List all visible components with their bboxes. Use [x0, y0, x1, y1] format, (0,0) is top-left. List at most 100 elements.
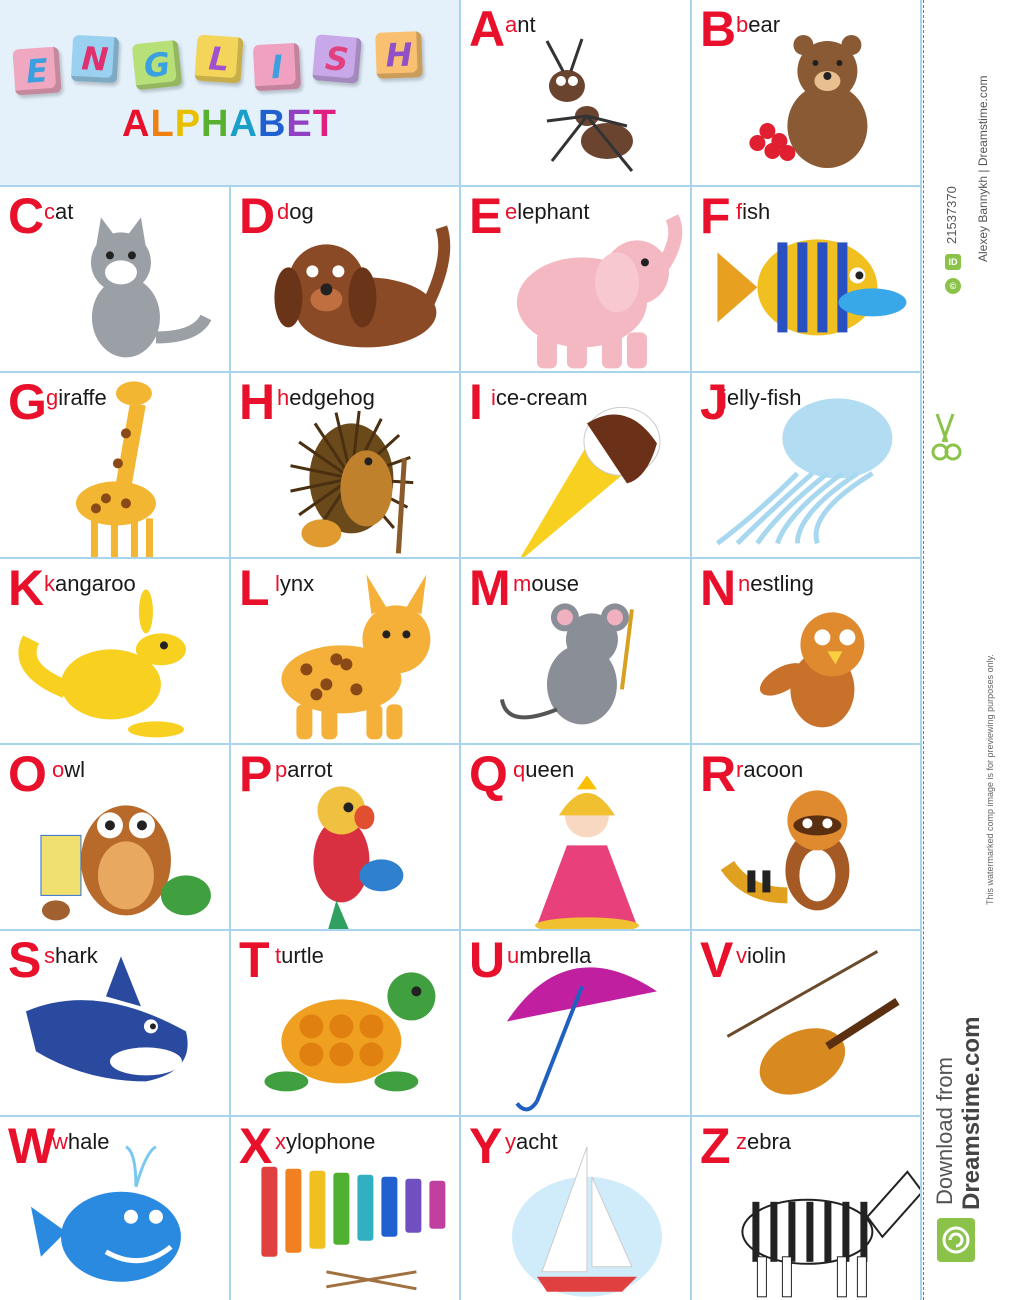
word-label: bear — [736, 12, 781, 37]
letter-card-k: Kkangaroo — [0, 559, 229, 743]
alphabet-subtitle: ALPHABET — [0, 103, 459, 146]
word-label: xylophone — [275, 1129, 376, 1154]
word-label: elephant — [505, 199, 590, 224]
capital-letter: F — [700, 188, 731, 244]
dreamstime-logo-icon — [937, 1218, 975, 1262]
scissors-icon — [931, 413, 962, 461]
title-letter-cube: G — [131, 39, 183, 91]
letter-card-x: Xxylophone — [231, 1117, 459, 1300]
letter-card-c: Ccat — [0, 187, 229, 371]
letter-card-g: Ggiraffe — [0, 373, 229, 557]
letter-card-u: Uumbrella — [461, 931, 690, 1115]
capital-letter: N — [700, 560, 737, 616]
capital-letter: Z — [700, 1118, 731, 1174]
image-id: 21537370 — [944, 186, 959, 244]
word-label: yacht — [505, 1129, 558, 1154]
subtitle-letter: E — [286, 103, 313, 145]
cut-line — [923, 0, 924, 1300]
letter-card-w: Wwhale — [0, 1117, 229, 1300]
author-credit: Alexey Bannykh | Dreamstime.com — [976, 75, 990, 262]
capital-letter: U — [469, 932, 506, 988]
title-letter-cube: L — [194, 34, 244, 84]
capital-letter: I — [469, 374, 483, 430]
word-label: kangaroo — [44, 571, 136, 596]
copyright-badge: © — [945, 278, 961, 294]
word-label: lynx — [275, 571, 315, 596]
subtitle-letter: T — [312, 103, 337, 145]
capital-letter: C — [8, 188, 45, 244]
letter-card-l: Llynx — [231, 559, 459, 743]
word-label: jelly-fish — [722, 385, 802, 410]
word-label: shark — [44, 943, 98, 968]
word-label: queen — [513, 757, 575, 782]
word-label: turtle — [275, 943, 324, 968]
subtitle-letter: A — [122, 103, 151, 145]
word-label: ice-cream — [491, 385, 588, 410]
capital-letter: E — [469, 188, 503, 244]
capital-letter: H — [239, 374, 276, 430]
capital-letter: M — [469, 560, 511, 616]
letter-card-i: Iice-cream — [461, 373, 690, 557]
capital-letter: A — [469, 1, 506, 57]
subtitle-letter: L — [150, 103, 175, 145]
subtitle-letter: B — [257, 103, 287, 145]
letter-card-h: Hhedgehog — [231, 373, 459, 557]
capital-letter: B — [700, 1, 737, 57]
letter-card-a: Aant — [461, 0, 690, 185]
word-label: hedgehog — [277, 385, 375, 410]
letter-card-y: Yyacht — [461, 1117, 690, 1300]
letter-card-j: Jjelly-fish — [692, 373, 920, 557]
word-label: violin — [736, 943, 787, 968]
subtitle-letter: A — [229, 103, 258, 145]
word-label: giraffe — [46, 385, 107, 410]
capital-letter: X — [239, 1118, 273, 1174]
capital-letter: O — [8, 746, 47, 802]
title-letter-cube: E — [12, 46, 62, 96]
letter-card-f: Ffish — [692, 187, 920, 371]
title-letter-cube: I — [252, 42, 302, 92]
subtitle-letter: H — [201, 103, 230, 145]
word-label: mouse — [513, 571, 580, 596]
capital-letter: T — [239, 932, 270, 988]
letter-card-o: Oowl — [0, 745, 229, 929]
word-label: ant — [505, 12, 536, 37]
title-letter-cube: S — [312, 34, 362, 84]
word-label: cat — [44, 199, 74, 224]
capital-letter: G — [8, 374, 47, 430]
word-label: dog — [277, 199, 314, 224]
capital-letter: S — [8, 932, 42, 988]
id-badge: ID — [945, 254, 961, 270]
letter-card-e: Eelephant — [461, 187, 690, 371]
title-letter-cube: N — [70, 34, 120, 84]
letter-card-m: Mmouse — [461, 559, 690, 743]
word-label: parrot — [275, 757, 333, 782]
word-label: fish — [736, 199, 771, 224]
word-label: racoon — [736, 757, 804, 782]
word-label: whale — [52, 1129, 110, 1154]
title-panel: ENGLISH ALPHABET — [0, 0, 459, 185]
letter-card-b: Bbear — [692, 0, 920, 185]
capital-letter: Y — [469, 1118, 503, 1174]
letter-card-v: Vviolin — [692, 931, 920, 1115]
watermark-disclaimer: This watermarked comp image is for previ… — [985, 654, 995, 905]
letter-card-t: Tturtle — [231, 931, 459, 1115]
capital-letter: L — [239, 560, 270, 616]
word-label: umbrella — [507, 943, 592, 968]
title-letter-cube: H — [375, 31, 423, 79]
letter-card-q: Qqueen — [461, 745, 690, 929]
capital-letter: P — [239, 746, 273, 802]
capital-letter: Q — [469, 746, 508, 802]
capital-letter: K — [8, 560, 45, 616]
subtitle-letter: P — [174, 103, 202, 145]
letter-card-p: Pparrot — [231, 745, 459, 929]
letter-card-n: Nnestling — [692, 559, 920, 743]
dreamstime-label: Dreamstime.com — [958, 1016, 985, 1210]
letter-card-s: Sshark — [0, 931, 229, 1115]
capital-letter: R — [700, 746, 737, 802]
capital-letter: D — [239, 188, 276, 244]
capital-letter: W — [8, 1118, 56, 1174]
letter-card-r: Rracoon — [692, 745, 920, 929]
word-label: owl — [52, 757, 86, 782]
word-label: nestling — [738, 571, 814, 596]
capital-letter: V — [700, 932, 734, 988]
